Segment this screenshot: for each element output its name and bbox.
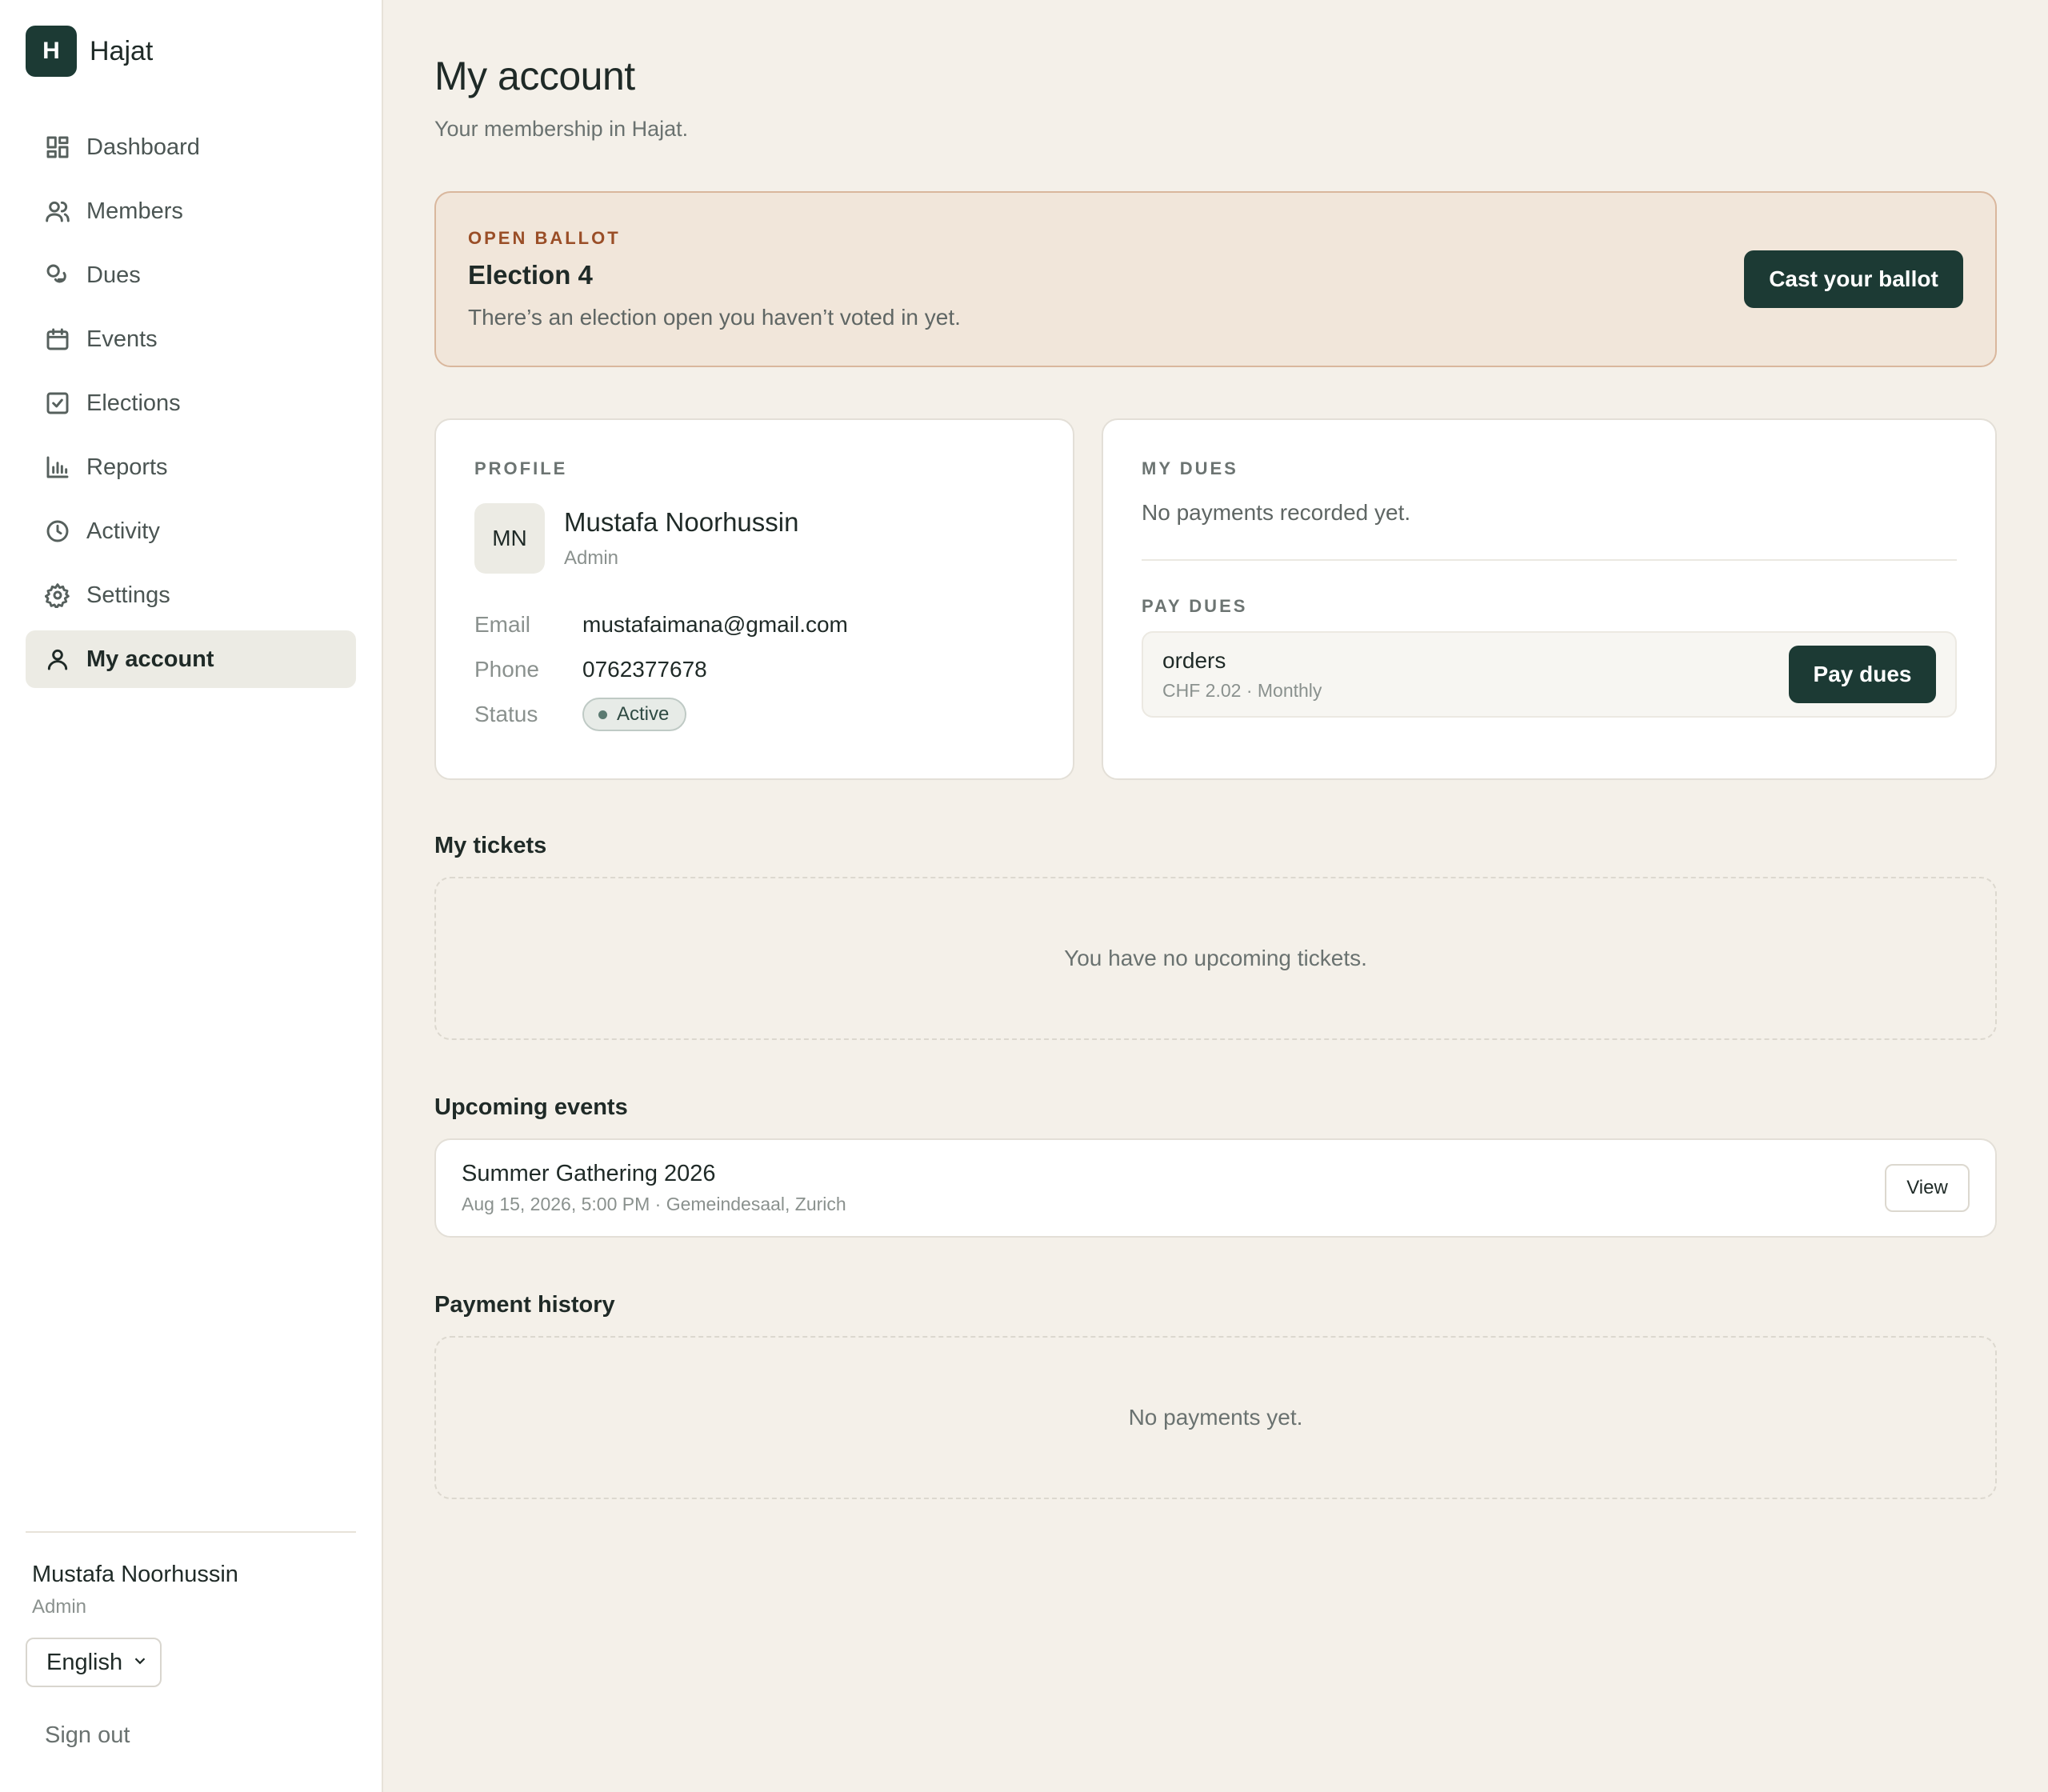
- sidebar-item-label: Elections: [86, 390, 181, 416]
- language-select[interactable]: English: [26, 1638, 162, 1687]
- sidebar-nav: Dashboard Members Dues Events Elections …: [26, 118, 356, 688]
- sidebar-item-label: Reports: [86, 454, 168, 480]
- payments-empty-state: No payments yet.: [434, 1336, 1997, 1499]
- sidebar-item-label: Activity: [86, 518, 160, 544]
- bar-chart-icon: [45, 454, 70, 480]
- dues-empty-text: No payments recorded yet.: [1142, 500, 1411, 525]
- cast-ballot-button[interactable]: Cast your ballot: [1744, 250, 1963, 308]
- event-name: Summer Gathering 2026: [462, 1161, 716, 1186]
- dashboard-icon: [45, 134, 70, 160]
- sidebar-item-dashboard[interactable]: Dashboard: [26, 118, 356, 176]
- sidebar-item-label: Dashboard: [86, 134, 200, 160]
- dues-kicker: MY DUES: [1142, 458, 1238, 478]
- pay-dues-kicker: PAY DUES: [1142, 596, 1248, 616]
- sidebar-item-dues[interactable]: Dues: [26, 246, 356, 304]
- checkbox-icon: [45, 390, 70, 416]
- profile-details: Email mustafaimana@gmail.com Phone 07623…: [474, 602, 1034, 737]
- avatar: MN: [474, 503, 545, 574]
- clock-icon: [45, 518, 70, 544]
- status-badge: Active: [582, 698, 687, 731]
- dues-card: MY DUES No payments recorded yet. PAY DU…: [1102, 418, 1997, 780]
- sidebar-item-members[interactable]: Members: [26, 182, 356, 240]
- status-row: Status Active: [474, 692, 1034, 737]
- brand-logo: H: [26, 26, 77, 77]
- status-label: Status: [474, 702, 538, 726]
- view-event-button[interactable]: View: [1885, 1164, 1970, 1212]
- sidebar-item-label: Dues: [86, 262, 141, 288]
- profile-card: PROFILE MN Mustafa Noorhussin Admin Emai…: [434, 418, 1074, 780]
- open-ballot-banner: OPEN BALLOT Election 4 There’s an electi…: [434, 191, 1997, 367]
- tickets-empty-state: You have no upcoming tickets.: [434, 877, 1997, 1040]
- phone-value: 0762377678: [582, 657, 707, 682]
- sidebar-footer: Mustafa Noorhussin Admin English Sign ou…: [26, 1531, 356, 1749]
- sidebar-item-label: Events: [86, 326, 158, 352]
- email-value: mustafaimana@gmail.com: [582, 612, 848, 637]
- status-value: Active: [617, 703, 670, 725]
- page-subtitle: Your membership in Hajat.: [434, 117, 689, 141]
- status-dot-icon: [598, 710, 607, 719]
- sidebar-item-my-account[interactable]: My account: [26, 630, 356, 688]
- sidebar-item-activity[interactable]: Activity: [26, 502, 356, 560]
- tickets-empty-text: You have no upcoming tickets.: [1064, 946, 1367, 970]
- account-cards: PROFILE MN Mustafa Noorhussin Admin Emai…: [434, 418, 1997, 780]
- gear-icon: [45, 582, 70, 608]
- sidebar: H Hajat Dashboard Members Dues Events El…: [0, 0, 383, 1792]
- divider: [1142, 559, 1957, 561]
- pay-dues-button[interactable]: Pay dues: [1789, 646, 1936, 703]
- brand-name: Hajat: [90, 35, 154, 66]
- sign-out-link[interactable]: Sign out: [26, 1722, 356, 1749]
- profile-kicker: PROFILE: [474, 458, 568, 478]
- user-icon: [45, 646, 70, 672]
- email-row: Email mustafaimana@gmail.com: [474, 602, 1034, 647]
- email-label: Email: [474, 612, 531, 637]
- sidebar-item-settings[interactable]: Settings: [26, 566, 356, 624]
- sidebar-item-reports[interactable]: Reports: [26, 438, 356, 496]
- sidebar-item-events[interactable]: Events: [26, 310, 356, 368]
- members-icon: [45, 198, 70, 224]
- current-user-role: Admin: [32, 1596, 87, 1618]
- event-meta: Aug 15, 2026, 5:00 PM · Gemeindesaal, Zu…: [462, 1194, 846, 1214]
- ballot-kicker: OPEN BALLOT: [468, 228, 621, 248]
- ballot-title: Election 4: [468, 260, 593, 290]
- sidebar-item-elections[interactable]: Elections: [26, 374, 356, 432]
- sidebar-item-label: My account: [86, 646, 214, 672]
- profile-name: Mustafa Noorhussin: [564, 507, 799, 537]
- language-value: English: [46, 1649, 123, 1675]
- chevron-down-icon: [131, 1650, 149, 1676]
- current-user-name: Mustafa Noorhussin: [32, 1562, 238, 1587]
- profile-header: MN Mustafa Noorhussin Admin: [474, 503, 1034, 574]
- main-content: My account Your membership in Hajat. OPE…: [383, 0, 2048, 1792]
- calendar-icon: [45, 326, 70, 352]
- tickets-title: My tickets: [434, 833, 547, 858]
- phone-row: Phone 0762377678: [474, 647, 1034, 692]
- due-name: orders: [1162, 647, 1226, 673]
- due-meta: CHF 2.02 · Monthly: [1162, 679, 1322, 701]
- app-shell: H Hajat Dashboard Members Dues Events El…: [0, 0, 2048, 1792]
- payments-empty-text: No payments yet.: [1128, 1405, 1303, 1430]
- page-title: My account: [434, 54, 635, 98]
- events-title: Upcoming events: [434, 1094, 628, 1120]
- phone-label: Phone: [474, 657, 539, 682]
- event-row: Summer Gathering 2026 Aug 15, 2026, 5:00…: [434, 1138, 1997, 1238]
- payment-history-title: Payment history: [434, 1292, 615, 1318]
- due-item: orders CHF 2.02 · Monthly Pay dues: [1142, 631, 1957, 718]
- ballot-description: There’s an election open you haven’t vot…: [468, 305, 961, 330]
- profile-role: Admin: [564, 547, 619, 569]
- sidebar-item-label: Members: [86, 198, 183, 224]
- dues-icon: [45, 262, 70, 288]
- brand[interactable]: H Hajat: [26, 26, 356, 77]
- sidebar-item-label: Settings: [86, 582, 170, 608]
